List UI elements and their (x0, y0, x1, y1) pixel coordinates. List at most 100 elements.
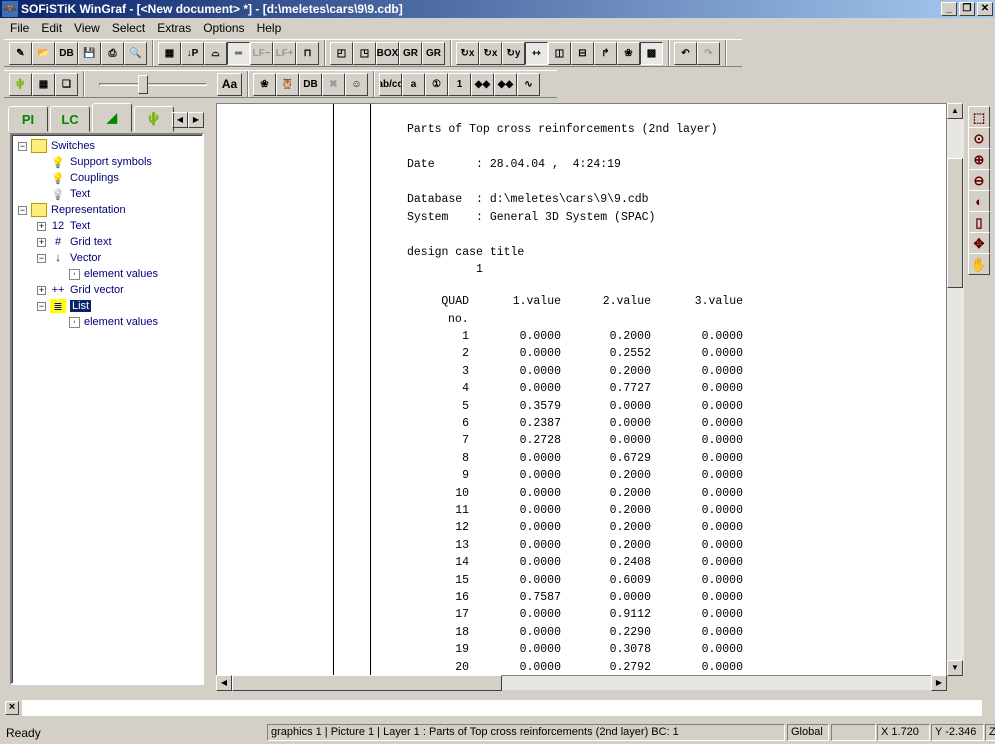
menu-extras[interactable]: Extras (151, 21, 197, 35)
zoom-window-icon[interactable]: ⬚ (968, 106, 990, 128)
owl-icon[interactable]: 🦉 (276, 72, 299, 96)
zoom-center-icon[interactable]: ✥ (968, 232, 990, 254)
scale-slider[interactable] (99, 73, 207, 95)
butterfly-color-icon[interactable]: ❀ (253, 72, 276, 96)
gr-157-icon[interactable]: GR (399, 41, 422, 65)
slider-thumb[interactable] (138, 75, 149, 94)
collapse-icon[interactable]: − (37, 253, 46, 263)
tab-picture-tab[interactable]: 🌵 (134, 106, 174, 132)
load-p-icon[interactable]: ↓P (181, 41, 204, 65)
tree-item[interactable]: · element values (69, 314, 158, 330)
horizontal-scrollbar[interactable]: ◀ ▶ (216, 675, 947, 691)
menu-select[interactable]: Select (106, 21, 151, 35)
tree-item[interactable]: − Switches (18, 138, 95, 154)
doll-icon[interactable]: ☺ (345, 72, 368, 96)
save-icon[interactable]: 💾 (78, 41, 101, 65)
zoom-point-icon[interactable]: ⊙ (968, 127, 990, 149)
rotate-frame-icon[interactable]: ↱ (594, 41, 617, 65)
expand-icon[interactable]: + (37, 285, 46, 295)
lf-plus-icon[interactable]: LF+ (273, 41, 296, 65)
menu-edit[interactable]: Edit (35, 21, 68, 35)
grid-icon[interactable]: ▦ (158, 41, 181, 65)
tree-item[interactable]: 💡 Text (50, 186, 90, 202)
print-icon[interactable]: ⎙ (101, 41, 124, 65)
command-close-button[interactable]: × (5, 701, 19, 715)
undo-icon[interactable]: ↶ (674, 41, 697, 65)
collapse-icon[interactable]: − (18, 205, 27, 215)
expand-icon[interactable]: + (37, 237, 46, 247)
collapse-icon[interactable]: − (18, 141, 27, 151)
database-icon[interactable]: DB (55, 41, 78, 65)
section-cut-icon[interactable]: ⊓ (296, 41, 319, 65)
tab-color-fan[interactable]: ◢ (92, 103, 132, 132)
menu-view[interactable]: View (68, 21, 106, 35)
frame-shadow-icon[interactable]: ◳ (353, 41, 376, 65)
db-table-icon[interactable]: DB (299, 72, 322, 96)
menu-file[interactable]: File (4, 21, 35, 35)
mirror-icon[interactable]: ⇿ (525, 41, 548, 65)
rotate-x-icon[interactable]: ↻x (456, 41, 479, 65)
magnify-1-icon[interactable]: ① (425, 72, 448, 96)
tree-item[interactable]: − ↓ Vector (37, 250, 101, 266)
box-icon[interactable]: BOX (376, 41, 399, 65)
gr-all-icon[interactable]: GR (422, 41, 445, 65)
tab-pi-table[interactable]: PI (8, 106, 48, 132)
print-preview-icon[interactable]: 🔍 (124, 41, 147, 65)
pan-hand-icon[interactable]: ✋ (968, 253, 990, 275)
picture-icon[interactable]: 🌵 (9, 72, 32, 96)
collapse-icon[interactable]: − (37, 301, 46, 311)
tree-item[interactable]: +12 Text (37, 218, 90, 234)
scroll-right-icon[interactable]: ▶ (931, 675, 947, 691)
label-a-icon[interactable]: a (402, 72, 425, 96)
restore-button[interactable]: ❐ (959, 2, 975, 16)
tab-scroll-right-icon[interactable]: ▶ (188, 112, 204, 128)
rotate-x2-icon[interactable]: ↻x (479, 41, 502, 65)
menu-options[interactable]: Options (197, 21, 250, 35)
close-button[interactable]: ✕ (977, 2, 993, 16)
nodes-icon[interactable]: ◆◆ (471, 72, 494, 96)
open-folder-icon[interactable]: 📂 (32, 41, 55, 65)
nodes-grid-icon[interactable]: ◆◆ (494, 72, 517, 96)
scroll-left-icon[interactable]: ◀ (216, 675, 232, 691)
hscroll-thumb[interactable] (232, 675, 502, 691)
abcd-icon[interactable]: ab/cd (379, 72, 402, 96)
zoom-out-icon[interactable]: ⊖ (968, 169, 990, 191)
font-button[interactable]: Aa (217, 72, 242, 96)
lf-minus-icon[interactable]: LF− (250, 41, 273, 65)
tab-lc[interactable]: LC (50, 106, 90, 132)
zoom-in-icon[interactable]: ⊕ (968, 148, 990, 170)
zoom-page-icon[interactable]: ▯ (968, 211, 990, 233)
tree-item[interactable]: + # Grid text (37, 234, 112, 250)
scroll-down-icon[interactable]: ▼ (947, 660, 963, 676)
section-icon[interactable]: ═ (227, 41, 250, 65)
tree-item[interactable]: − Representation (18, 202, 126, 218)
scroll-thumb[interactable] (947, 158, 963, 288)
disabled-pattern-icon[interactable]: ▩ (640, 41, 663, 65)
label-1-icon[interactable]: 1 (448, 72, 471, 96)
vertical-scrollbar[interactable]: ▲ ▼ (947, 103, 964, 676)
mirror-horizontal-icon[interactable]: ⊟ (571, 41, 594, 65)
menu-help[interactable]: Help (251, 21, 288, 35)
expand-icon[interactable]: + (37, 221, 46, 231)
new-doc-icon[interactable]: ✎ (9, 41, 32, 65)
picture-stack-icon[interactable]: ❏ (55, 72, 78, 96)
tree-item[interactable]: · element values (69, 266, 158, 282)
tab-scroll-left-icon[interactable]: ◀ (172, 112, 188, 128)
redo-icon[interactable]: ↷ (697, 41, 720, 65)
tree-item[interactable]: + ++ Grid vector (37, 282, 124, 298)
tree-item[interactable]: 💡 Support symbols (50, 154, 152, 170)
scroll-up-icon[interactable]: ▲ (947, 103, 963, 119)
butterfly-icon[interactable]: ❀ (617, 41, 640, 65)
rotate-y-icon[interactable]: ↻y (502, 41, 525, 65)
zoom-previous-icon[interactable]: ◐ (968, 190, 990, 212)
command-input[interactable] (22, 700, 982, 716)
disabled-shape-icon[interactable]: ✖ (322, 72, 345, 96)
mirror-vertical-icon[interactable]: ◫ (548, 41, 571, 65)
picture-grid-icon[interactable]: ▦ (32, 72, 55, 96)
beam-icon[interactable]: ⌓ (204, 41, 227, 65)
tree-item[interactable]: − ≣ List (37, 298, 92, 314)
frame-icon[interactable]: ◰ (330, 41, 353, 65)
polyline-icon[interactable]: ∿ (517, 72, 540, 96)
minimize-button[interactable]: _ (941, 2, 957, 16)
tree-item[interactable]: 💡 Couplings (50, 170, 119, 186)
